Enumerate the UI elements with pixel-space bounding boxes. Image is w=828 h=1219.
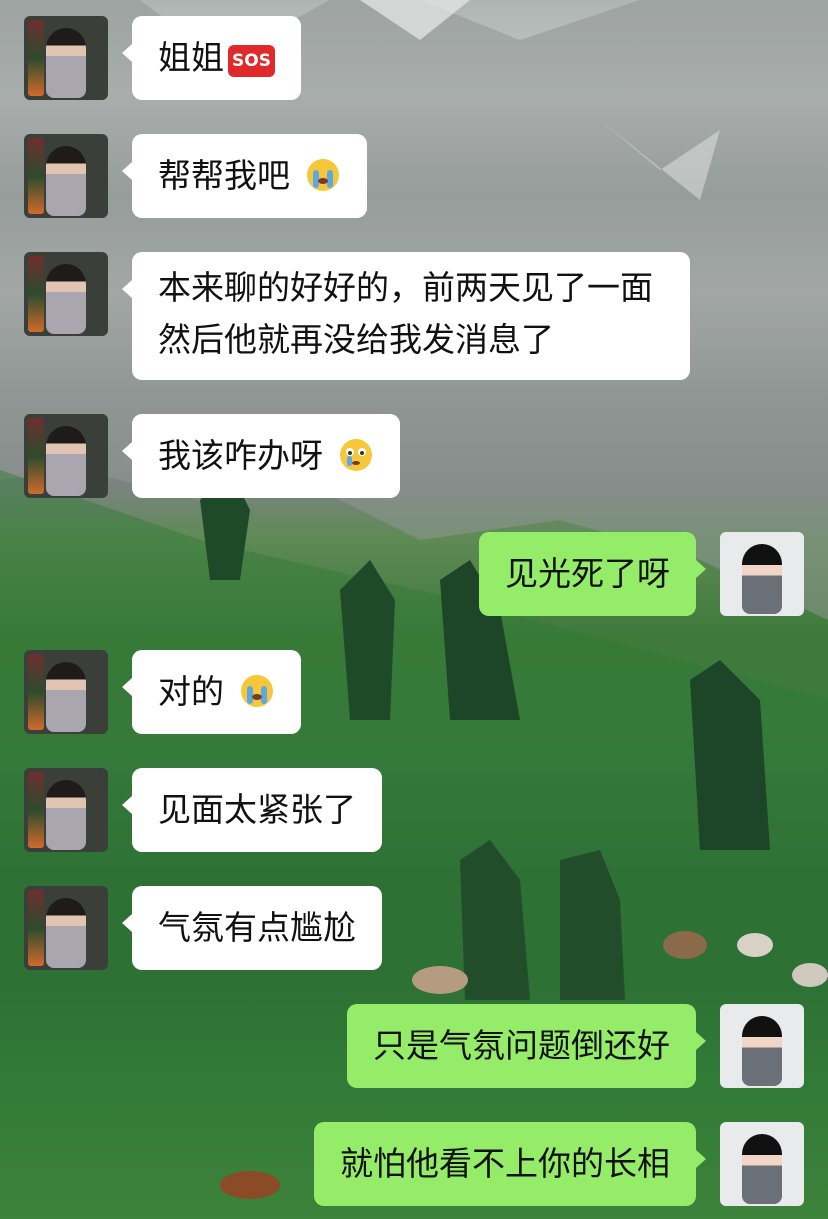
contact-avatar[interactable] — [24, 16, 108, 100]
message-bubble[interactable]: 只是气氛问题倒还好 — [347, 1004, 706, 1088]
contact-avatar[interactable] — [24, 650, 108, 734]
message-bubble[interactable]: 见光死了呀 — [479, 532, 706, 616]
message-text: 就怕他看不上你的长相 — [340, 1144, 670, 1183]
sos-icon: SOS — [228, 45, 275, 77]
message-text: 气氛有点尴尬 — [158, 908, 356, 947]
contact-avatar[interactable] — [24, 134, 108, 218]
message-bubble[interactable]: 气氛有点尴尬 — [122, 886, 382, 970]
message-text: 帮帮我吧 — [158, 156, 290, 195]
message-bubble[interactable]: 帮帮我吧 — [122, 134, 367, 218]
message-bubble[interactable]: 本来聊的好好的，前两天见了一面然后他就再没给我发消息了 — [122, 252, 690, 380]
message-text: 我该咋办呀 — [158, 436, 323, 475]
message-text: 姐姐 — [158, 38, 224, 77]
message-text: 本来聊的好好的，前两天见了一面然后他就再没给我发消息了 — [158, 268, 653, 359]
message-text: 见面太紧张了 — [158, 790, 356, 829]
message-text: 只是气氛问题倒还好 — [373, 1026, 670, 1065]
my-avatar[interactable] — [720, 532, 804, 616]
message-text: 对的 — [158, 672, 224, 711]
crying-face-icon — [306, 159, 339, 191]
contact-avatar[interactable] — [24, 414, 108, 498]
contact-avatar[interactable] — [24, 886, 108, 970]
my-avatar[interactable] — [720, 1122, 804, 1206]
teary-face-icon — [339, 439, 372, 471]
message-bubble[interactable]: 姐姐 SOS — [122, 16, 301, 100]
my-avatar[interactable] — [720, 1004, 804, 1088]
message-bubble[interactable]: 就怕他看不上你的长相 — [314, 1122, 706, 1206]
message-bubble[interactable]: 见面太紧张了 — [122, 768, 382, 852]
contact-avatar[interactable] — [24, 252, 108, 336]
message-text: 见光死了呀 — [505, 554, 670, 593]
contact-avatar[interactable] — [24, 768, 108, 852]
message-bubble[interactable]: 对的 — [122, 650, 301, 734]
crying-face-icon — [240, 675, 273, 707]
message-bubble[interactable]: 我该咋办呀 — [122, 414, 400, 498]
